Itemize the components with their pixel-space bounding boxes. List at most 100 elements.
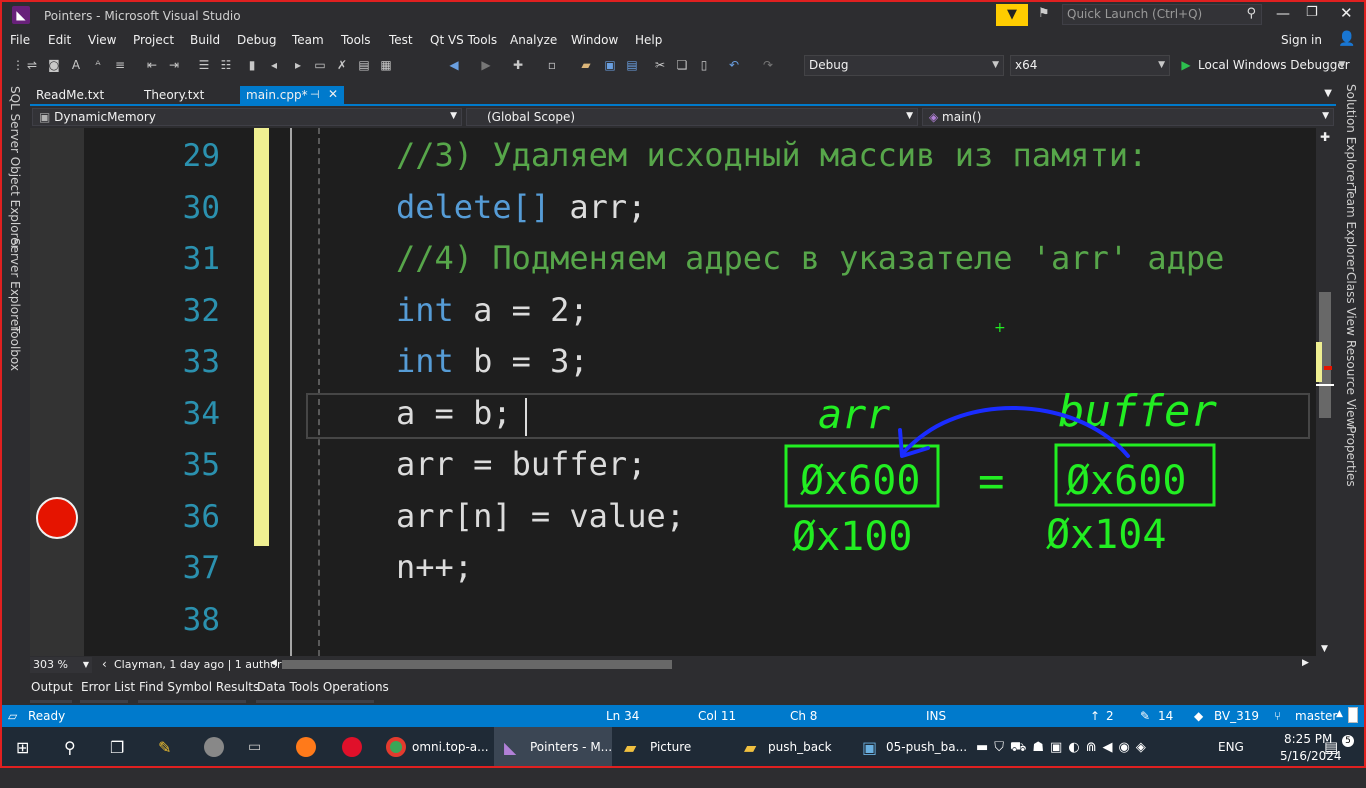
globe-app-icon[interactable] — [204, 737, 224, 757]
toolbox-tab[interactable]: Toolbox — [8, 326, 22, 371]
spellcheck-icon[interactable]: ᴬ — [90, 57, 106, 73]
new-project-icon[interactable]: ✚ — [510, 57, 526, 73]
scroll-right-icon[interactable]: ▶ — [1302, 658, 1309, 668]
play-icon[interactable]: ▶ — [1178, 57, 1194, 73]
comment-icon[interactable]: ☰ — [196, 57, 212, 73]
chrome-icon[interactable] — [386, 737, 406, 757]
close-button[interactable]: ✕ — [1340, 4, 1353, 22]
bookmark-folder-icon[interactable]: ▭ — [312, 57, 328, 73]
prev-bookmark-icon[interactable]: ◂ — [266, 57, 282, 73]
paste-icon[interactable]: ▯ — [696, 57, 712, 73]
run-button-label[interactable]: Local Windows Debugger — [1198, 58, 1350, 72]
status-repo[interactable]: BV_319 — [1214, 709, 1259, 723]
clear-bookmarks-icon[interactable]: ✗ — [334, 57, 350, 73]
input-language[interactable]: ENG — [1218, 727, 1244, 768]
vertical-scrollbar[interactable]: ✚ ▼ — [1316, 128, 1334, 656]
solution-explorer-tab[interactable]: Solution Explorer — [1344, 84, 1358, 187]
search-icon[interactable]: ⚲ — [64, 727, 76, 768]
task-view-icon[interactable]: ❐ — [110, 727, 124, 768]
pencil-app-icon[interactable]: ✎ — [158, 727, 171, 768]
class-view-tab[interactable]: Class View — [1344, 272, 1358, 336]
opera-icon[interactable] — [342, 737, 362, 757]
branch-icon[interactable]: ⑂ — [1274, 709, 1281, 723]
properties-tab[interactable]: Properties — [1344, 426, 1358, 487]
scope-dropdown[interactable]: (Global Scope) ▼ — [466, 108, 918, 126]
server-explorer-tab[interactable]: Server Explorer — [8, 238, 22, 331]
copy-icon[interactable]: ❏ — [674, 57, 690, 73]
folder-icon[interactable]: ▰ — [744, 727, 756, 768]
cut-icon[interactable]: ✂ — [652, 57, 668, 73]
text-icon[interactable]: A — [68, 57, 84, 73]
tab-readme[interactable]: ReadMe.txt — [30, 86, 134, 106]
taskbar-app-vs[interactable]: Pointers - M... — [530, 727, 612, 768]
codelens-info[interactable]: Clayman, 1 day ago | 1 author, — [114, 658, 285, 671]
save-icon[interactable]: ▣ — [602, 57, 618, 73]
account-icon[interactable]: 👤 — [1338, 31, 1355, 47]
list-icon[interactable]: ≡ — [112, 57, 128, 73]
outdent-icon[interactable]: ⇥ — [166, 57, 182, 73]
minimize-button[interactable]: — — [1276, 6, 1290, 22]
menu-qt-vs-tools[interactable]: Qt VS Tools — [430, 33, 497, 47]
codelens-collapse-icon[interactable]: ‹ — [102, 657, 107, 671]
arrow-up-icon[interactable]: ↑ — [1090, 709, 1100, 723]
scroll-down-icon[interactable]: ▼ — [1321, 644, 1328, 654]
tab-error-list[interactable]: Error List — [81, 680, 135, 694]
breakpoint-icon[interactable] — [36, 497, 78, 539]
add-item-icon[interactable]: ▫ — [544, 57, 560, 73]
run-dropdown-icon[interactable]: ▼ — [1334, 57, 1350, 73]
split-icon[interactable]: ✚ — [1320, 130, 1330, 144]
sql-server-object-explorer-tab[interactable]: SQL Server Object Explorer — [8, 86, 22, 250]
menu-help[interactable]: Help — [635, 33, 662, 47]
bookmark-window-icon[interactable]: ▦ — [378, 57, 394, 73]
repo-icon[interactable]: ◆ — [1194, 709, 1203, 723]
image-viewer-icon[interactable]: ▣ — [862, 727, 877, 768]
menu-edit[interactable]: Edit — [48, 33, 71, 47]
menu-team[interactable]: Team — [292, 33, 324, 47]
config-select[interactable]: Debug ▼ — [804, 55, 1004, 76]
platform-select[interactable]: x64 ▼ — [1010, 55, 1170, 76]
navigate-back-icon[interactable]: ◀ — [446, 57, 462, 73]
next-bookmark-icon[interactable]: ▸ — [290, 57, 306, 73]
pencil-icon[interactable]: ✎ — [1140, 709, 1150, 723]
close-icon[interactable]: ✕ — [328, 87, 338, 101]
notification-bell-icon[interactable] — [1348, 707, 1358, 723]
menu-window[interactable]: Window — [571, 33, 618, 47]
tab-overflow-icon[interactable]: ▼ — [1324, 88, 1332, 99]
tab-theory[interactable]: Theory.txt — [138, 86, 238, 106]
tab-find-symbol-results[interactable]: Find Symbol Results — [139, 680, 259, 694]
zoom-select[interactable]: 303 % ▼ — [30, 657, 92, 673]
project-dropdown[interactable]: ▣ DynamicMemory ▼ — [32, 108, 462, 126]
horizontal-scrollbar-thumb[interactable] — [282, 660, 672, 669]
resource-view-tab[interactable]: Resource View — [1344, 340, 1358, 427]
visual-studio-icon[interactable]: ◣ — [504, 727, 516, 768]
menu-project[interactable]: Project — [133, 33, 174, 47]
menu-test[interactable]: Test — [389, 33, 413, 47]
firefox-icon[interactable] — [296, 737, 316, 757]
windows-start-icon[interactable]: ⊞ — [16, 727, 29, 768]
taskbar-app-picture[interactable]: Picture — [650, 727, 691, 768]
indent-icon[interactable]: ⇤ — [144, 57, 160, 73]
status-unpushed[interactable]: 2 — [1106, 709, 1114, 723]
redo-icon[interactable]: ↷ — [760, 57, 776, 73]
format-icon[interactable]: ⇌ — [24, 57, 40, 73]
action-center-icon[interactable]: ▤ — [1324, 727, 1338, 768]
status-branch[interactable]: master — [1295, 709, 1337, 723]
save-all-icon[interactable]: ▤ — [624, 57, 640, 73]
bookmark-icon[interactable]: ▮ — [244, 57, 260, 73]
menu-build[interactable]: Build — [190, 33, 220, 47]
taskbar-app-browser[interactable]: omni.top-a... — [412, 727, 489, 768]
notifications-icon[interactable]: ⚑ — [1038, 6, 1050, 21]
quick-launch[interactable]: Quick Launch (Ctrl+Q) ⚲ — [1062, 4, 1262, 25]
team-explorer-tab[interactable]: Team Explorer — [1344, 186, 1358, 272]
member-dropdown[interactable]: ◈ main() ▼ — [922, 108, 1334, 126]
undo-icon[interactable]: ↶ — [726, 57, 742, 73]
menu-view[interactable]: View — [88, 33, 116, 47]
folder-icon[interactable]: ▰ — [624, 727, 636, 768]
scroll-left-icon[interactable]: ◀ — [270, 658, 277, 668]
taskbar-app-image[interactable]: 05-push_ba... — [886, 727, 967, 768]
pin-icon[interactable]: ⊣ — [310, 88, 320, 101]
feedback-icon[interactable]: ▼ — [996, 4, 1028, 26]
menu-analyze[interactable]: Analyze — [510, 33, 557, 47]
tab-main-cpp[interactable]: main.cpp* ⊣ ✕ — [240, 86, 344, 106]
tray-icons[interactable]: ▬⛉⛟☗▣◐⋒◀◉◈ — [976, 727, 1152, 768]
